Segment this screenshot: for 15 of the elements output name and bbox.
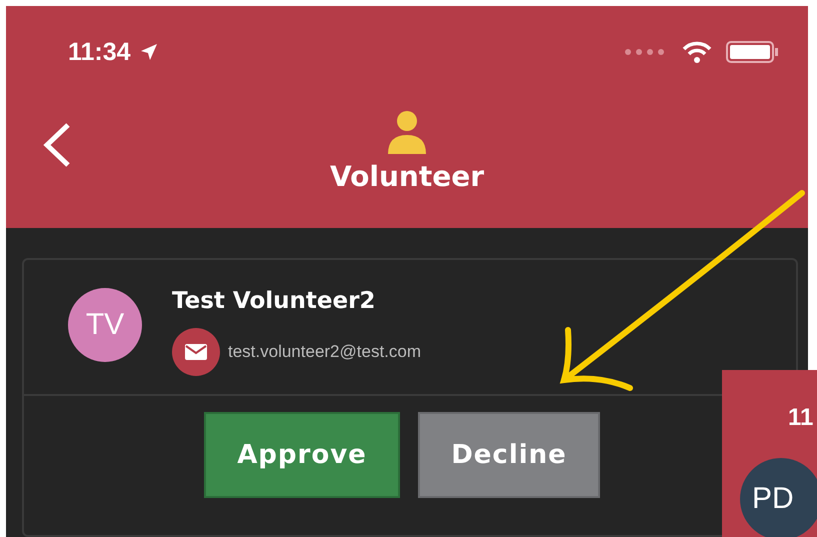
inset-time: 11 <box>788 404 814 432</box>
decline-button[interactable]: Decline <box>418 412 600 498</box>
inset-avatar: PD <box>740 458 817 537</box>
page-title: Volunteer <box>330 160 484 193</box>
avatar: TV <box>68 288 142 362</box>
volunteer-email: test.volunteer2@test.com <box>228 342 422 362</box>
volunteer-name: Test Volunteer2 <box>172 288 376 314</box>
status-time: 11:34 <box>68 38 131 66</box>
approve-button[interactable]: Approve <box>204 412 400 498</box>
wifi-icon <box>682 40 712 64</box>
person-icon <box>387 110 427 154</box>
location-arrow-icon <box>138 42 159 62</box>
mail-icon <box>172 328 220 376</box>
back-icon[interactable] <box>42 122 72 168</box>
battery-icon <box>726 40 780 64</box>
